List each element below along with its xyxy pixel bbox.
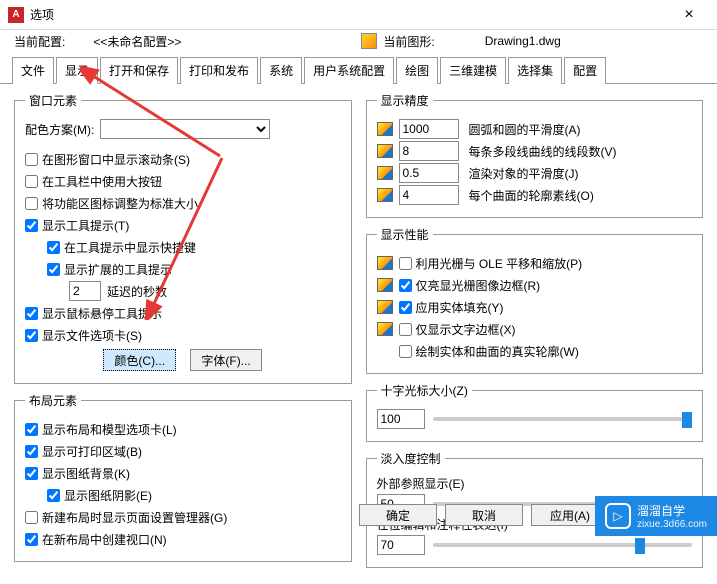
- tooltips-checkbox[interactable]: [25, 219, 38, 232]
- crosshair-slider[interactable]: [433, 417, 693, 421]
- ole-pan-label: 利用光栅与 OLE 平移和缩放(P): [416, 255, 583, 272]
- viewport-label: 在新布局中创建视口(N): [42, 531, 167, 548]
- tab-4[interactable]: 系统: [260, 57, 302, 84]
- tab-7[interactable]: 三维建模: [440, 57, 506, 84]
- dispres-label-2: 渲染对象的平滑度(J): [469, 165, 579, 182]
- tab-2[interactable]: 打开和保存: [100, 57, 178, 84]
- ole-pan-checkbox[interactable]: [399, 257, 412, 270]
- solid-fill-checkbox[interactable]: [399, 301, 412, 314]
- drawing-override-icon: [377, 256, 393, 270]
- tab-6[interactable]: 绘图: [396, 57, 438, 84]
- delay-input[interactable]: [69, 281, 101, 301]
- raster-frame-label: 仅亮显光栅图像边框(R): [416, 277, 541, 294]
- tab-0[interactable]: 文件: [12, 57, 54, 84]
- layout-tabs-label: 显示布局和模型选项卡(L): [42, 421, 177, 438]
- tab-5[interactable]: 用户系统配置: [304, 57, 394, 84]
- current-profile-label: 当前配置:: [14, 33, 65, 50]
- true-sil-checkbox[interactable]: [399, 345, 412, 358]
- close-button[interactable]: ×: [669, 6, 709, 24]
- paper-shadow-checkbox[interactable]: [47, 489, 60, 502]
- file-tabs-label: 显示文件选项卡(S): [42, 327, 142, 344]
- paper-bg-label: 显示图纸背景(K): [42, 465, 130, 482]
- dispres-input-1[interactable]: [399, 141, 459, 161]
- watermark-brand: 溜溜自学: [637, 502, 707, 519]
- scrollbars-label: 在图形窗口中显示滚动条(S): [42, 151, 190, 168]
- color-scheme-label: 配色方案(M):: [25, 121, 94, 138]
- window-title: 选项: [30, 6, 669, 23]
- display-res-legend: 显示精度: [377, 92, 433, 109]
- dispres-input-2[interactable]: [399, 163, 459, 183]
- cancel-button[interactable]: 取消: [445, 504, 523, 526]
- dispres-label-0: 圆弧和圆的平滑度(A): [469, 121, 581, 138]
- fade-legend: 淡入度控制: [377, 450, 445, 467]
- rollover-label: 显示鼠标悬停工具提示: [42, 305, 162, 322]
- drawing-override-icon: [377, 322, 393, 336]
- drawing-override-icon: [377, 188, 393, 202]
- raster-frame-checkbox[interactable]: [399, 279, 412, 292]
- dispres-input-0[interactable]: [399, 119, 459, 139]
- solid-fill-label: 应用实体填充(Y): [416, 299, 504, 316]
- scrollbars-checkbox[interactable]: [25, 153, 38, 166]
- app-icon: A: [8, 7, 24, 23]
- rollover-checkbox[interactable]: [25, 307, 38, 320]
- xref-fade-label: 外部参照显示(E): [377, 475, 693, 492]
- dispres-label-3: 每个曲面的轮廓素线(O): [469, 187, 594, 204]
- tab-3[interactable]: 打印和发布: [180, 57, 258, 84]
- ext-tooltips-checkbox[interactable]: [47, 263, 60, 276]
- current-profile-value: <<未命名配置>>: [93, 33, 181, 50]
- watermark-url: zixue.3d66.com: [637, 519, 707, 530]
- tooltips-shortcut-checkbox[interactable]: [47, 241, 60, 254]
- tooltips-shortcut-label: 在工具提示中显示快捷键: [64, 239, 196, 256]
- drawing-override-icon: [377, 122, 393, 136]
- page-setup-label: 新建布局时显示页面设置管理器(G): [42, 509, 227, 526]
- color-scheme-select[interactable]: [100, 119, 270, 139]
- tab-1[interactable]: 显示: [56, 57, 98, 84]
- ribbon-std-label: 将功能区图标调整为标准大小: [42, 195, 198, 212]
- ribbon-std-checkbox[interactable]: [25, 197, 38, 210]
- large-buttons-label: 在工具栏中使用大按钮: [42, 173, 162, 190]
- crosshair-input[interactable]: [377, 409, 425, 429]
- display-perf-legend: 显示性能: [377, 226, 433, 243]
- colors-button[interactable]: 颜色(C)...: [103, 349, 176, 371]
- play-icon: ▷: [605, 503, 631, 529]
- current-drawing-value: Drawing1.dwg: [485, 34, 561, 48]
- watermark: ▷ 溜溜自学 zixue.3d66.com: [595, 496, 717, 536]
- ext-tooltips-label: 显示扩展的工具提示: [64, 261, 172, 278]
- text-frame-checkbox[interactable]: [399, 323, 412, 336]
- tooltips-label: 显示工具提示(T): [42, 217, 129, 234]
- drawing-override-icon: [377, 144, 393, 158]
- window-elements-legend: 窗口元素: [25, 92, 81, 109]
- ok-button[interactable]: 确定: [359, 504, 437, 526]
- print-area-checkbox[interactable]: [25, 445, 38, 458]
- text-frame-label: 仅显示文字边框(X): [416, 321, 516, 338]
- drawing-override-icon: [377, 300, 393, 314]
- crosshair-legend: 十字光标大小(Z): [377, 382, 472, 399]
- file-tabs-checkbox[interactable]: [25, 329, 38, 342]
- large-buttons-checkbox[interactable]: [25, 175, 38, 188]
- tab-8[interactable]: 选择集: [508, 57, 562, 84]
- current-drawing-label: 当前图形:: [383, 33, 434, 50]
- inplace-fade-slider[interactable]: [433, 543, 693, 547]
- paper-bg-checkbox[interactable]: [25, 467, 38, 480]
- page-setup-checkbox[interactable]: [25, 511, 38, 524]
- dispres-label-1: 每条多段线曲线的线段数(V): [469, 143, 617, 160]
- fonts-button[interactable]: 字体(F)...: [190, 349, 262, 371]
- layout-elements-legend: 布局元素: [25, 392, 81, 409]
- true-sil-label: 绘制实体和曲面的真实轮廓(W): [416, 343, 579, 360]
- print-area-label: 显示可打印区域(B): [42, 443, 142, 460]
- tab-9[interactable]: 配置: [564, 57, 606, 84]
- viewport-checkbox[interactable]: [25, 533, 38, 546]
- drawing-override-icon: [377, 166, 393, 180]
- drawing-override-icon: [377, 278, 393, 292]
- delay-label: 延迟的秒数: [107, 283, 167, 300]
- paper-shadow-label: 显示图纸阴影(E): [64, 487, 152, 504]
- dispres-input-3[interactable]: [399, 185, 459, 205]
- drawing-icon: [361, 33, 377, 49]
- layout-tabs-checkbox[interactable]: [25, 423, 38, 436]
- inplace-fade-input[interactable]: [377, 535, 425, 555]
